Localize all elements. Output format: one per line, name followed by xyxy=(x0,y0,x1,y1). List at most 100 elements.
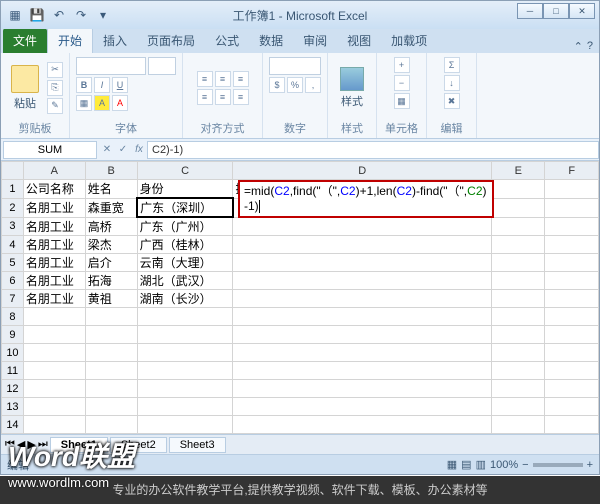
cell-C12[interactable] xyxy=(137,380,233,398)
cell-C4[interactable]: 广西（桂林） xyxy=(137,236,233,254)
cell-F14[interactable] xyxy=(545,416,599,434)
cell-C8[interactable] xyxy=(137,308,233,326)
tab-view[interactable]: 视图 xyxy=(337,28,381,53)
undo-icon[interactable]: ↶ xyxy=(49,5,69,25)
cell-F10[interactable] xyxy=(545,344,599,362)
style-button[interactable]: 样式 xyxy=(334,67,370,109)
tab-formulas[interactable]: 公式 xyxy=(205,28,249,53)
cell-A10[interactable] xyxy=(23,344,85,362)
tab-addins[interactable]: 加载项 xyxy=(381,28,437,53)
col-header-C[interactable]: C xyxy=(137,162,233,180)
row-header-14[interactable]: 14 xyxy=(2,416,24,434)
align-bot-icon[interactable]: ≡ xyxy=(233,71,249,87)
cell-F13[interactable] xyxy=(545,398,599,416)
cell-E2[interactable] xyxy=(492,198,545,217)
sheet-tab-3[interactable]: Sheet3 xyxy=(169,437,226,453)
align-center-icon[interactable]: ≡ xyxy=(215,89,231,105)
cell-B6[interactable]: 拓海 xyxy=(85,272,137,290)
col-header-F[interactable]: F xyxy=(545,162,599,180)
row-header-2[interactable]: 2 xyxy=(2,198,24,217)
cell-A1[interactable]: 公司名称 xyxy=(23,180,85,199)
row-header-9[interactable]: 9 xyxy=(2,326,24,344)
tab-home[interactable]: 开始 xyxy=(47,27,93,53)
cell-A2[interactable]: 名朋工业 xyxy=(23,198,85,217)
cell-D14[interactable] xyxy=(233,416,492,434)
cell-A8[interactable] xyxy=(23,308,85,326)
cell-E11[interactable] xyxy=(492,362,545,380)
cell-E6[interactable] xyxy=(492,272,545,290)
cell-B8[interactable] xyxy=(85,308,137,326)
view-layout-icon[interactable]: ▤ xyxy=(461,458,471,471)
row-header-8[interactable]: 8 xyxy=(2,308,24,326)
row-header-11[interactable]: 11 xyxy=(2,362,24,380)
comma-icon[interactable]: , xyxy=(305,77,321,93)
name-box[interactable]: SUM xyxy=(3,141,97,159)
cell-C1[interactable]: 身份 xyxy=(137,180,233,199)
zoom-in-icon[interactable]: + xyxy=(587,459,593,471)
cell-B4[interactable]: 梁杰 xyxy=(85,236,137,254)
cell-A7[interactable]: 名朋工业 xyxy=(23,290,85,308)
cell-B1[interactable]: 姓名 xyxy=(85,180,137,199)
copy-icon[interactable]: ⎘ xyxy=(47,80,63,96)
cell-A3[interactable]: 名朋工业 xyxy=(23,217,85,236)
row-header-13[interactable]: 13 xyxy=(2,398,24,416)
cell-A5[interactable]: 名朋工业 xyxy=(23,254,85,272)
cell-A13[interactable] xyxy=(23,398,85,416)
bold-button[interactable]: B xyxy=(76,77,92,93)
number-format-select[interactable] xyxy=(269,57,321,75)
cell-E9[interactable] xyxy=(492,326,545,344)
formula-edit-overlay[interactable]: =mid(C2,find("（",C2)+1,len(C2)-find("（",… xyxy=(238,180,494,218)
delete-cell-icon[interactable]: − xyxy=(394,75,410,91)
row-header-7[interactable]: 7 xyxy=(2,290,24,308)
cell-F12[interactable] xyxy=(545,380,599,398)
tab-review[interactable]: 审阅 xyxy=(293,28,337,53)
cell-A9[interactable] xyxy=(23,326,85,344)
cell-F9[interactable] xyxy=(545,326,599,344)
cell-E8[interactable] xyxy=(492,308,545,326)
font-select[interactable] xyxy=(76,57,146,75)
cell-A6[interactable]: 名朋工业 xyxy=(23,272,85,290)
cut-icon[interactable]: ✂ xyxy=(47,62,63,78)
row-header-4[interactable]: 4 xyxy=(2,236,24,254)
ribbon-minimize-icon[interactable]: ⌃ xyxy=(574,40,583,53)
font-color-button[interactable]: A xyxy=(112,95,128,111)
cell-B11[interactable] xyxy=(85,362,137,380)
cell-C10[interactable] xyxy=(137,344,233,362)
cell-A11[interactable] xyxy=(23,362,85,380)
align-right-icon[interactable]: ≡ xyxy=(233,89,249,105)
row-header-3[interactable]: 3 xyxy=(2,217,24,236)
cell-C2[interactable]: 广东（深圳） xyxy=(137,198,233,217)
cell-F5[interactable] xyxy=(545,254,599,272)
cell-C7[interactable]: 湖南（长沙） xyxy=(137,290,233,308)
cell-E5[interactable] xyxy=(492,254,545,272)
cell-B12[interactable] xyxy=(85,380,137,398)
cell-D6[interactable] xyxy=(233,272,492,290)
row-header-10[interactable]: 10 xyxy=(2,344,24,362)
view-normal-icon[interactable]: ▦ xyxy=(447,458,457,471)
save-icon[interactable]: 💾 xyxy=(27,5,47,25)
zoom-level[interactable]: 100% xyxy=(490,459,518,471)
clear-icon[interactable]: ✖ xyxy=(444,93,460,109)
tab-data[interactable]: 数据 xyxy=(249,28,293,53)
tab-layout[interactable]: 页面布局 xyxy=(137,28,205,53)
format-painter-icon[interactable]: ✎ xyxy=(47,98,63,114)
maximize-button[interactable]: □ xyxy=(543,3,569,19)
align-top-icon[interactable]: ≡ xyxy=(197,71,213,87)
cell-B3[interactable]: 高桥 xyxy=(85,217,137,236)
cell-E4[interactable] xyxy=(492,236,545,254)
cell-B9[interactable] xyxy=(85,326,137,344)
zoom-out-icon[interactable]: − xyxy=(522,459,528,471)
cell-F11[interactable] xyxy=(545,362,599,380)
cell-D11[interactable] xyxy=(233,362,492,380)
col-header-E[interactable]: E xyxy=(492,162,545,180)
cell-D9[interactable] xyxy=(233,326,492,344)
border-button[interactable]: ▦ xyxy=(76,95,92,111)
cell-B14[interactable] xyxy=(85,416,137,434)
tab-insert[interactable]: 插入 xyxy=(93,28,137,53)
tab-file[interactable]: 文件 xyxy=(3,28,47,53)
view-break-icon[interactable]: ▥ xyxy=(476,458,486,471)
cell-D7[interactable] xyxy=(233,290,492,308)
cell-E7[interactable] xyxy=(492,290,545,308)
redo-icon[interactable]: ↷ xyxy=(71,5,91,25)
cell-D12[interactable] xyxy=(233,380,492,398)
